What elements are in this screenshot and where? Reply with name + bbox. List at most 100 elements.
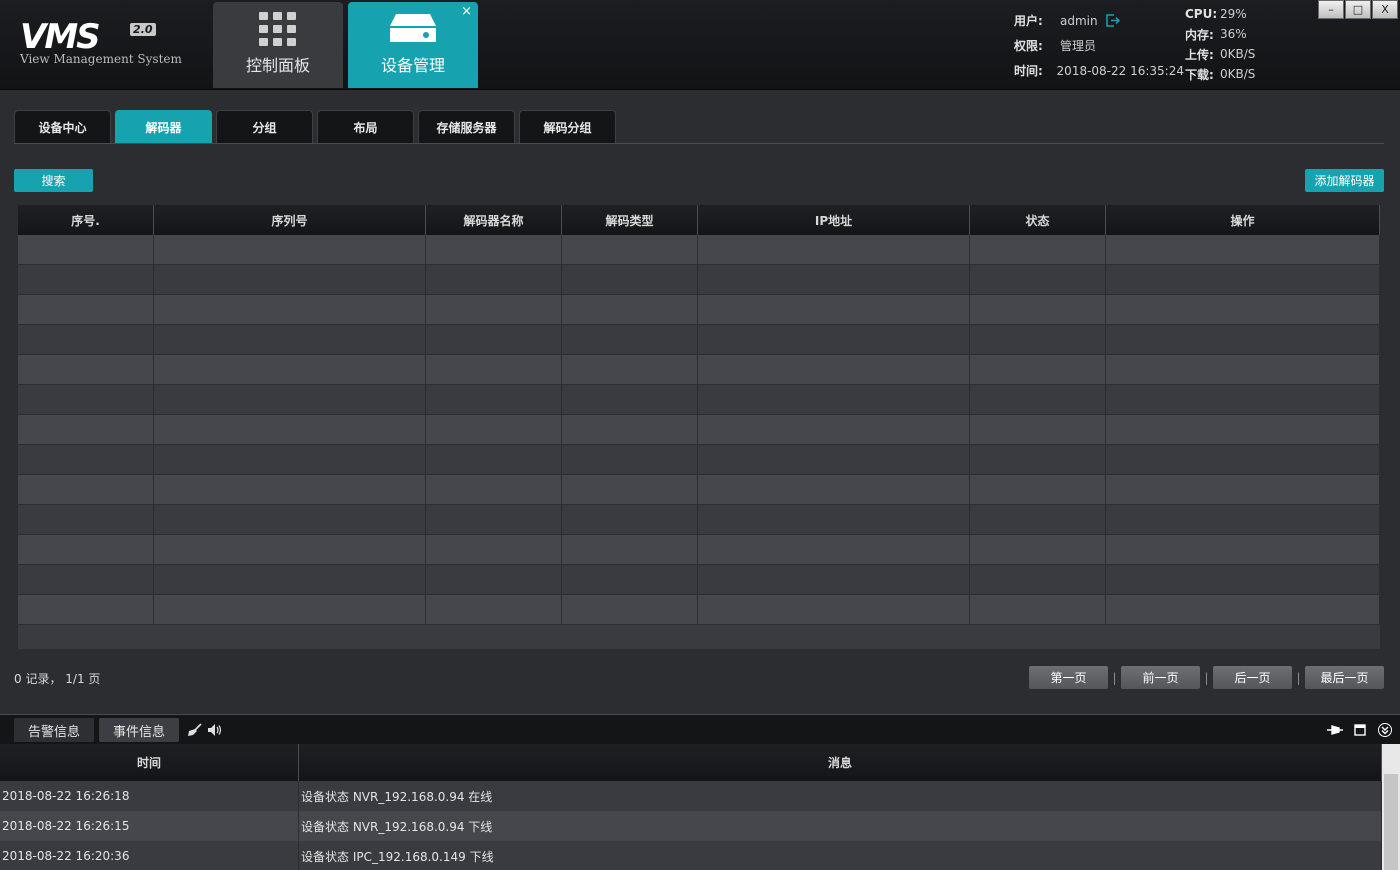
download-stat: 下载: 0KB/S bbox=[1185, 64, 1305, 84]
table-cell bbox=[18, 385, 154, 415]
table-cell bbox=[154, 235, 426, 265]
scrollbar-thumb[interactable] bbox=[1384, 774, 1398, 870]
table-cell bbox=[1106, 265, 1380, 295]
subtab-decoder[interactable]: 解码器 bbox=[115, 110, 212, 143]
search-button[interactable]: 搜索 bbox=[14, 169, 93, 192]
table-cell bbox=[426, 475, 562, 505]
event-log-scrollbar[interactable] bbox=[1382, 744, 1400, 870]
table-cell bbox=[1106, 505, 1380, 535]
col-index[interactable]: 序号. bbox=[18, 205, 154, 235]
table-cell bbox=[970, 385, 1106, 415]
restore-icon[interactable] bbox=[1351, 722, 1369, 738]
table-cell bbox=[154, 295, 426, 325]
tab-alarm-info[interactable]: 告警信息 bbox=[14, 718, 94, 742]
table-row bbox=[18, 535, 1380, 565]
table-row[interactable]: 2018-08-22 16:26:15 设备状态 NVR_192.168.0.9… bbox=[0, 811, 1382, 841]
table-cell bbox=[1106, 475, 1380, 505]
col-decoder-name[interactable]: 解码器名称 bbox=[426, 205, 562, 235]
prev-page-button[interactable]: 前一页 bbox=[1121, 666, 1200, 689]
table-cell bbox=[698, 415, 970, 445]
cpu-label: CPU: bbox=[1185, 7, 1218, 21]
subtab-device-center[interactable]: 设备中心 bbox=[14, 110, 111, 143]
time-label: 时间: bbox=[1014, 64, 1043, 78]
col-actions[interactable]: 操作 bbox=[1106, 205, 1380, 235]
pin-icon[interactable] bbox=[1326, 722, 1344, 738]
table-cell bbox=[426, 505, 562, 535]
panel-controls bbox=[1319, 722, 1394, 738]
close-icon[interactable]: × bbox=[461, 5, 472, 18]
table-cell bbox=[154, 265, 426, 295]
table-cell bbox=[562, 535, 698, 565]
table-cell bbox=[154, 325, 426, 355]
col-ip-address[interactable]: IP地址 bbox=[698, 205, 970, 235]
table-cell bbox=[562, 475, 698, 505]
pager-separator: | bbox=[1204, 670, 1209, 685]
table-cell bbox=[1106, 565, 1380, 595]
subtab-storage-server[interactable]: 存储服务器 bbox=[418, 110, 515, 143]
subtab-layout[interactable]: 布局 bbox=[317, 110, 414, 143]
logout-icon[interactable] bbox=[1105, 14, 1120, 27]
broom-icon[interactable] bbox=[186, 722, 204, 738]
event-log-table: 时间 消息 2018-08-22 16:26:18 设备状态 NVR_192.1… bbox=[0, 744, 1382, 870]
table-cell bbox=[154, 505, 426, 535]
table-cell bbox=[426, 265, 562, 295]
table-cell bbox=[698, 235, 970, 265]
nav-tab-device-management[interactable]: × 设备管理 bbox=[348, 2, 478, 88]
last-page-button[interactable]: 最后一页 bbox=[1305, 666, 1384, 689]
upload-stat: 上传: 0KB/S bbox=[1185, 44, 1305, 64]
maximize-button[interactable]: □ bbox=[1345, 0, 1371, 19]
col-serial[interactable]: 序列号 bbox=[154, 205, 426, 235]
table-cell bbox=[562, 445, 698, 475]
tab-event-info[interactable]: 事件信息 bbox=[99, 718, 179, 742]
table-row[interactable]: 2018-08-22 16:20:36 设备状态 IPC_192.168.0.1… bbox=[0, 841, 1382, 870]
table-cell bbox=[698, 385, 970, 415]
log-time: 2018-08-22 16:26:15 bbox=[0, 811, 299, 841]
log-message: 设备状态 IPC_192.168.0.149 下线 bbox=[299, 841, 1382, 870]
table-cell bbox=[426, 235, 562, 265]
col-status[interactable]: 状态 bbox=[970, 205, 1106, 235]
table-cell bbox=[1106, 595, 1380, 625]
table-cell bbox=[562, 385, 698, 415]
download-label: 下载: bbox=[1185, 67, 1214, 82]
table-cell bbox=[562, 415, 698, 445]
table-cell bbox=[698, 475, 970, 505]
table-cell bbox=[562, 565, 698, 595]
subtab-decode-group[interactable]: 解码分组 bbox=[519, 110, 616, 143]
speaker-icon[interactable] bbox=[206, 722, 224, 738]
table-cell bbox=[970, 565, 1106, 595]
add-decoder-button[interactable]: 添加解码器 bbox=[1305, 169, 1384, 192]
logo-version: 2.0 bbox=[130, 23, 156, 36]
event-panel-bar: 告警信息 事件信息 bbox=[0, 714, 1400, 744]
table-cell bbox=[970, 325, 1106, 355]
nav-tab-dashboard[interactable]: 控制面板 bbox=[213, 2, 343, 88]
table-cell bbox=[698, 565, 970, 595]
decoder-table: 序号. 序列号 解码器名称 解码类型 IP地址 状态 操作 bbox=[18, 205, 1380, 649]
table-row bbox=[18, 565, 1380, 595]
upload-label: 上传: bbox=[1185, 47, 1214, 62]
role-value: 管理员 bbox=[1060, 39, 1097, 53]
pager-separator: | bbox=[1112, 670, 1117, 685]
table-row[interactable]: 2018-08-22 16:26:18 设备状态 NVR_192.168.0.9… bbox=[0, 781, 1382, 811]
minimize-button[interactable]: – bbox=[1318, 0, 1344, 19]
col-time[interactable]: 时间 bbox=[0, 744, 299, 781]
table-cell bbox=[426, 415, 562, 445]
table-cell bbox=[18, 265, 154, 295]
event-log-header: 时间 消息 bbox=[0, 744, 1382, 781]
server-icon bbox=[388, 12, 438, 47]
first-page-button[interactable]: 第一页 bbox=[1029, 666, 1108, 689]
next-page-button[interactable]: 后一页 bbox=[1213, 666, 1292, 689]
subtabs-divider bbox=[14, 143, 1384, 144]
logo-subtitle: View Management System bbox=[20, 52, 182, 66]
subtab-group[interactable]: 分组 bbox=[216, 110, 313, 143]
table-cell bbox=[18, 595, 154, 625]
table-row bbox=[18, 595, 1380, 625]
table-cell bbox=[970, 535, 1106, 565]
col-message[interactable]: 消息 bbox=[299, 744, 1382, 781]
close-window-button[interactable]: X bbox=[1372, 0, 1398, 19]
col-decode-type[interactable]: 解码类型 bbox=[562, 205, 698, 235]
table-cell bbox=[1106, 235, 1380, 265]
table-cell bbox=[426, 295, 562, 325]
collapse-icon[interactable] bbox=[1376, 722, 1394, 738]
table-cell bbox=[426, 535, 562, 565]
table-cell bbox=[18, 475, 154, 505]
